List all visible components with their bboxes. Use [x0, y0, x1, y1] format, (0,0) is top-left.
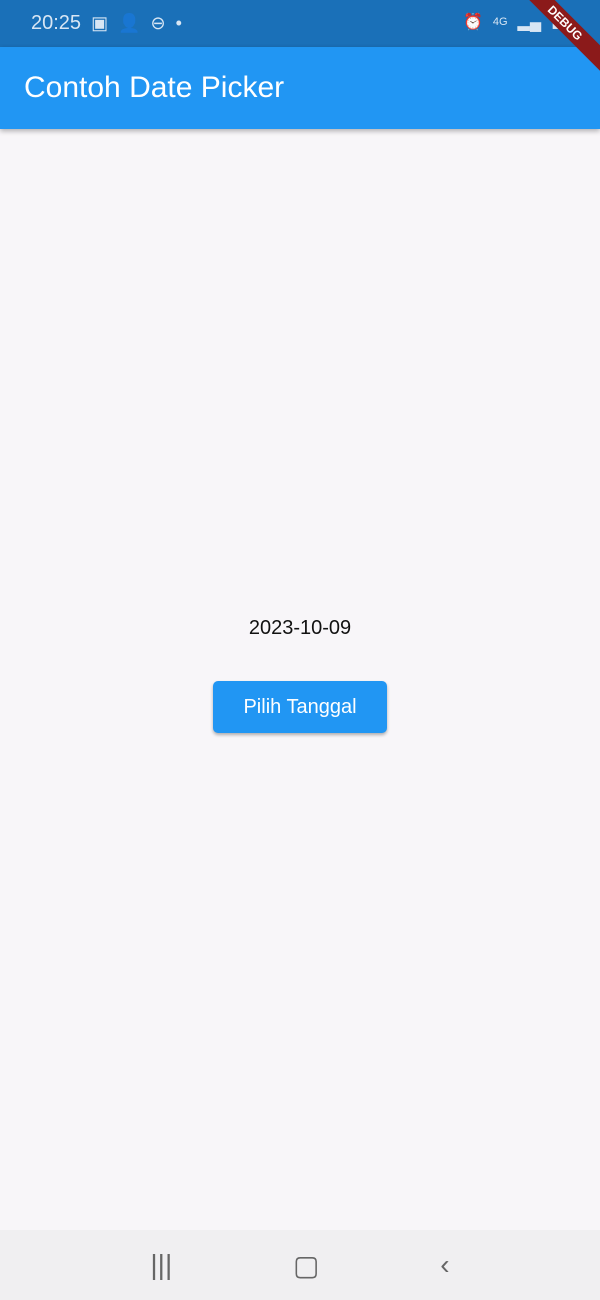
- image-icon: ▣: [91, 13, 109, 33]
- status-bar: 20:25 ▣ 👤 ⊖ • ⏰ 4G ▂▄ ▮: [0, 0, 600, 47]
- page-title: Contoh Date Picker: [24, 71, 285, 104]
- selected-date: 2023-10-09: [248, 617, 352, 639]
- app-bar: Contoh Date Picker: [0, 47, 600, 129]
- signal-icon: ▂▄: [517, 14, 542, 31]
- alarm-icon: ⏰: [462, 14, 483, 31]
- dnd-icon: ⊖: [150, 13, 166, 33]
- network-label: 4G: [492, 16, 508, 28]
- dot-icon: •: [175, 13, 182, 33]
- add-contact-icon: 👤: [118, 13, 141, 33]
- recents-icon[interactable]: |||: [150, 1249, 172, 1281]
- back-icon[interactable]: ‹: [440, 1249, 449, 1281]
- home-icon[interactable]: ▢: [293, 1249, 319, 1282]
- clock: 20:25: [31, 12, 82, 34]
- nav-bar: ||| ▢ ‹: [0, 1230, 600, 1300]
- pick-date-button[interactable]: Pilih Tanggal: [213, 681, 387, 733]
